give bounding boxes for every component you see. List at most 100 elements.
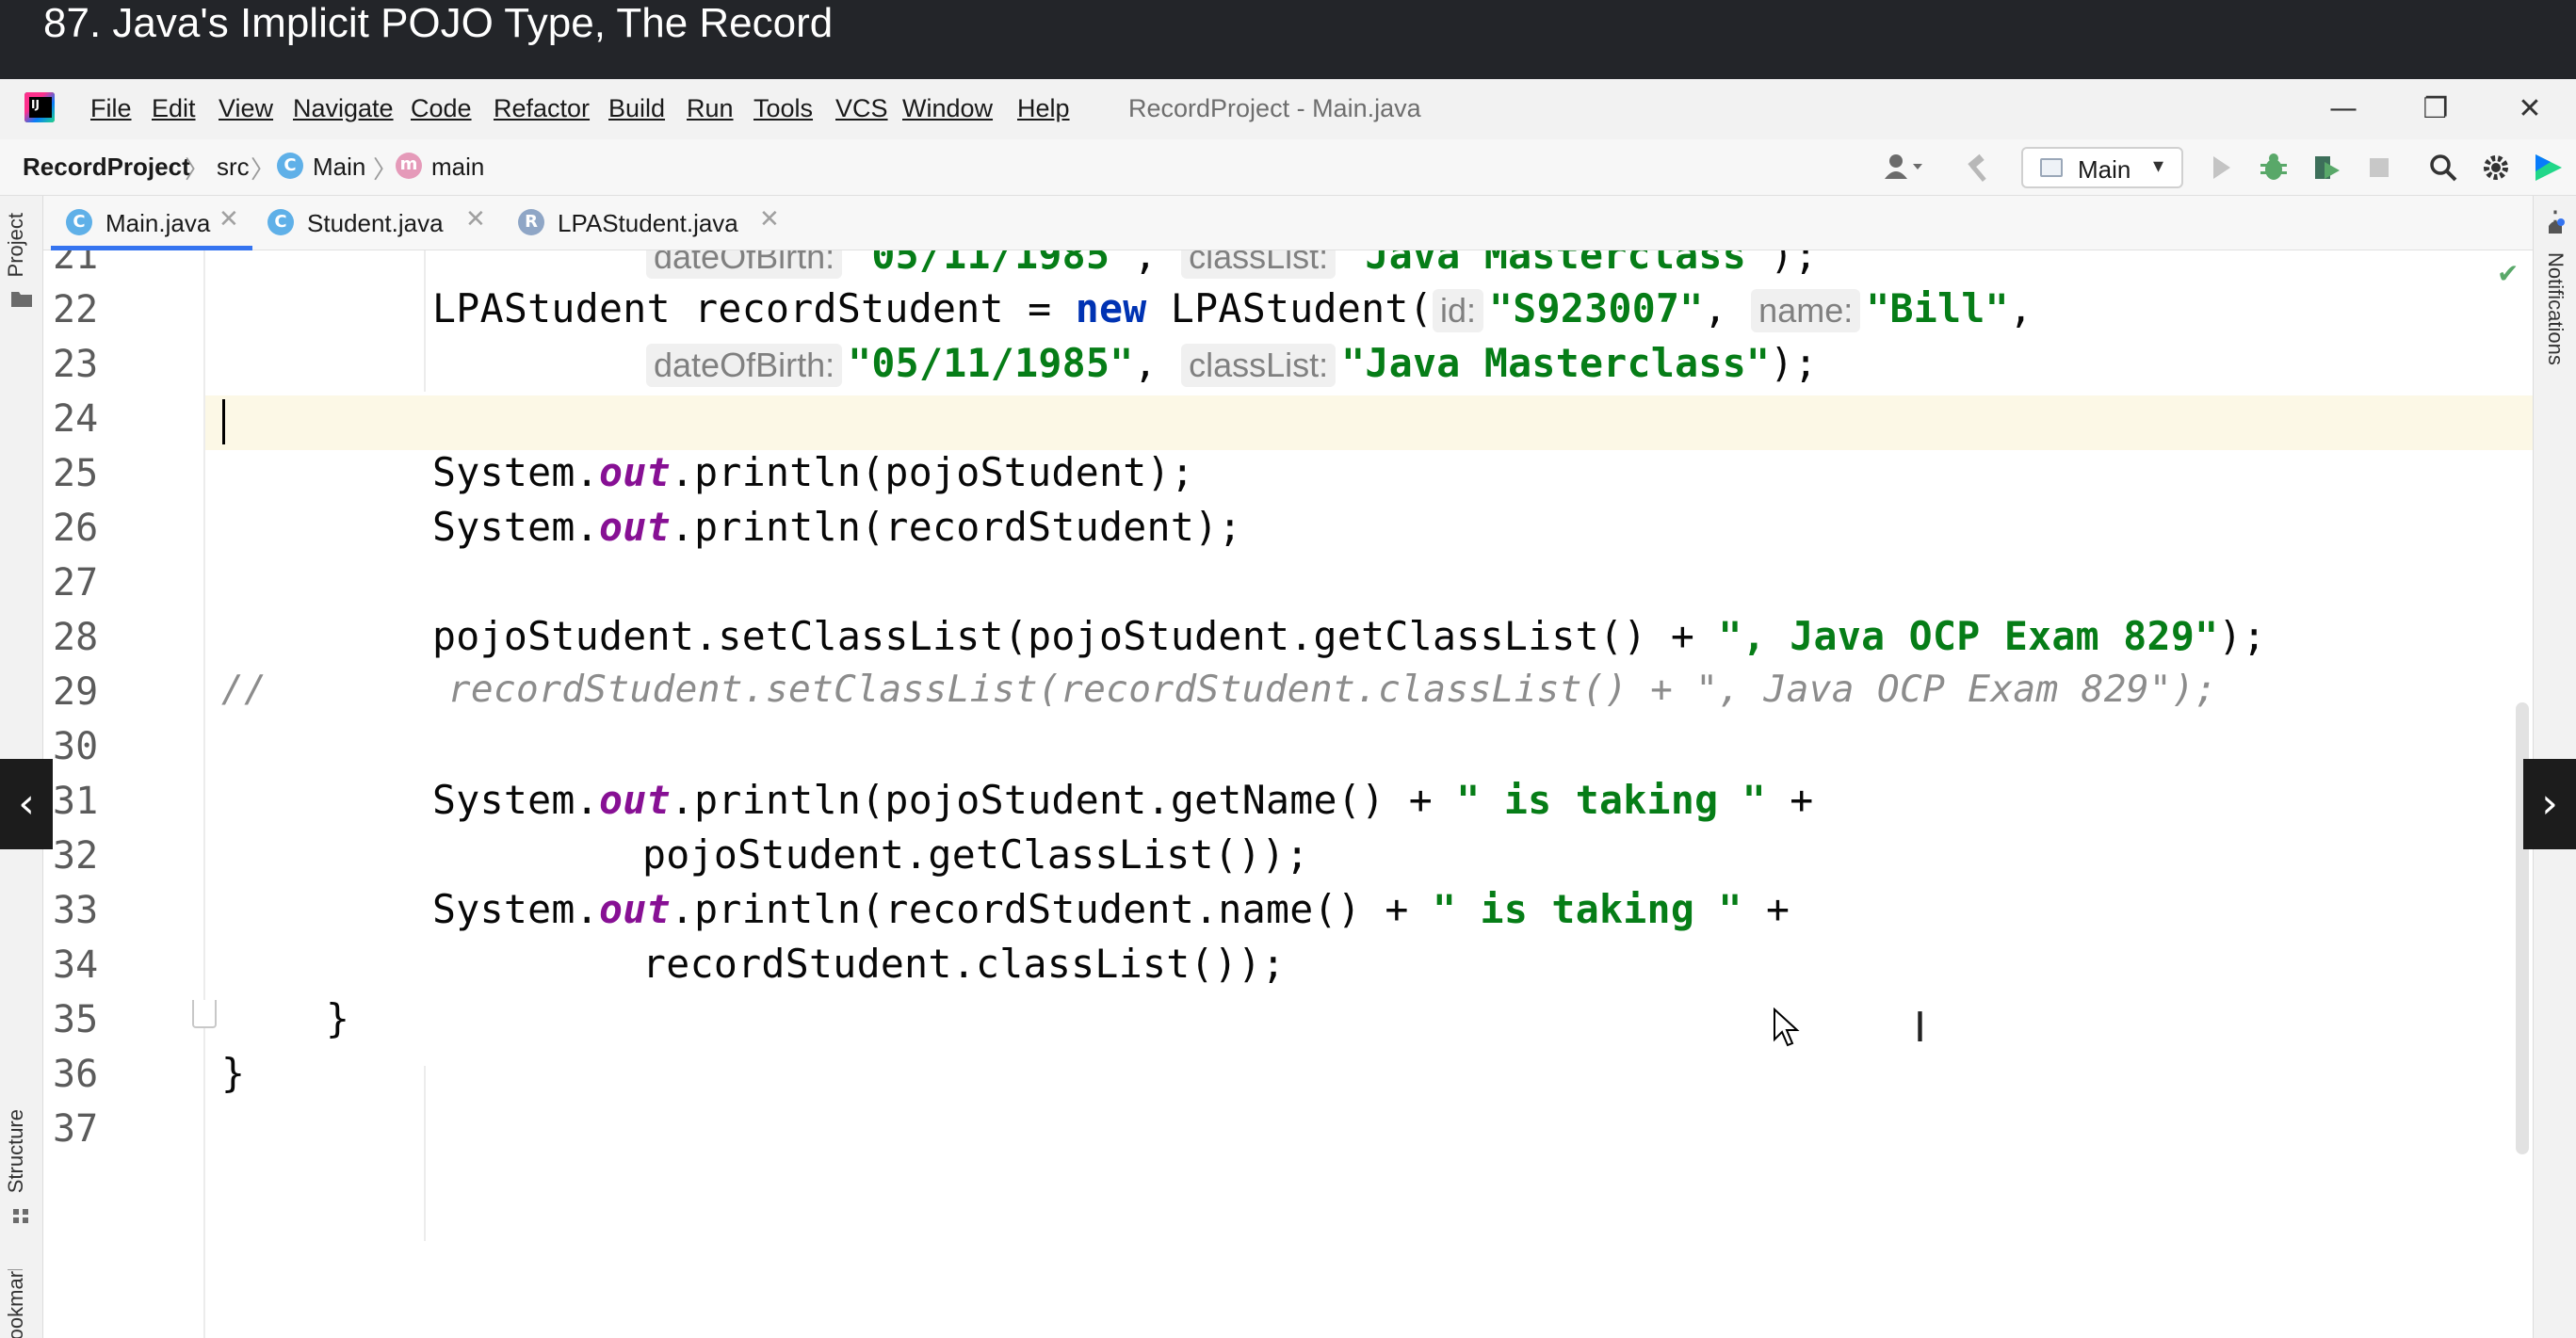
menu-help[interactable]: Help (1017, 94, 1070, 123)
run-config-label: Main (2078, 155, 2131, 184)
static-field: out (599, 449, 671, 495)
menu-edit[interactable]: Edit (152, 94, 196, 123)
code-token: LPAStudent( (1146, 285, 1433, 331)
line-number: 37 (53, 1107, 99, 1151)
menu-refactor[interactable]: Refactor (494, 94, 590, 123)
code-token: + (1742, 886, 1790, 932)
bookmarks-tool-window-button[interactable]: Bookmarks (4, 1269, 28, 1338)
code-line-35: } (326, 995, 350, 1041)
text-cursor-icon: I (1914, 1004, 1926, 1052)
code-editor[interactable]: 21 22 23 24 25 26 27 28 29 30 31 32 33 3… (43, 250, 2533, 1338)
close-button[interactable]: ✕ (2509, 89, 2551, 130)
notifications-tool-window-button[interactable]: Notifications (2543, 252, 2568, 365)
structure-tool-window-button[interactable]: Structure (4, 1109, 28, 1193)
menu-bar: File Edit View Navigate Code Refactor Bu… (0, 79, 2576, 139)
menu-run[interactable]: Run (687, 94, 734, 123)
code-line-34: recordStudent.classList()); (642, 941, 1286, 987)
line-number: 26 (53, 507, 99, 550)
code-token: .println(recordStudent); (670, 504, 1242, 550)
search-icon[interactable] (2426, 151, 2460, 185)
hammer-icon[interactable] (1963, 151, 1997, 185)
prev-arrow-icon[interactable]: ‹ (0, 759, 53, 849)
more-icon[interactable]: ⋮ (2541, 205, 2569, 238)
breadcrumb-project[interactable]: RecordProject (23, 153, 190, 182)
coverage-icon[interactable] (2309, 151, 2343, 185)
breadcrumb-class[interactable]: Main (313, 153, 365, 182)
line-number: 25 (53, 452, 99, 495)
static-field: out (599, 504, 671, 550)
menu-run-label: Run (687, 94, 734, 122)
string-literal: "S923007" (1489, 285, 1704, 331)
menu-file[interactable]: File (90, 94, 132, 123)
minimize-button[interactable]: — (2323, 89, 2364, 130)
run-configuration-select[interactable]: Main ▾ (2021, 147, 2183, 188)
restore-button[interactable]: ❐ (2415, 89, 2456, 130)
debug-icon[interactable] (2257, 151, 2291, 185)
menu-build-label: Build (608, 94, 666, 122)
code-token: ); (2218, 613, 2266, 659)
breadcrumb-method[interactable]: main (431, 153, 484, 182)
code-line-29: // recordStudent.setClassList(recordStud… (221, 668, 2218, 711)
line-number: 29 (53, 670, 99, 714)
code-token: , (1703, 285, 1752, 331)
close-icon[interactable]: ✕ (219, 205, 239, 234)
tab-label: Student.java (307, 209, 444, 237)
breadcrumb-folder[interactable]: src (217, 153, 250, 182)
line-number: 33 (53, 889, 99, 932)
string-literal: "Bill" (1866, 285, 2009, 331)
project-tool-window-button[interactable]: Project (4, 213, 28, 277)
run-icon[interactable] (2204, 151, 2238, 185)
param-hint: name: (1751, 289, 1861, 332)
stop-icon[interactable] (2362, 151, 2396, 185)
method-icon: m (396, 153, 422, 179)
navigation-bar: RecordProject 〉 src 〉 C Main 〉 m main Ma… (0, 139, 2576, 196)
line-number: 28 (53, 616, 99, 659)
structure-icon (13, 1209, 28, 1223)
menu-view[interactable]: View (219, 94, 273, 123)
gear-icon[interactable] (2479, 151, 2513, 185)
string-literal: "05/11/1985" (848, 340, 1134, 386)
menu-window[interactable]: Window (902, 94, 993, 123)
mouse-pointer-icon (1774, 1008, 1800, 1047)
string-literal: ", Java OCP Exam 829" (1718, 613, 2219, 659)
menu-refactor-label: Refactor (494, 94, 591, 122)
string-literal: "Java Masterclass" (1341, 340, 1771, 386)
vcs-user-icon[interactable] (1880, 151, 1933, 185)
jetbrains-icon[interactable] (2532, 151, 2566, 185)
breadcrumb-separator: 〉 (373, 156, 398, 185)
menu-vcs[interactable]: VCS (835, 94, 888, 123)
line-number: 27 (53, 561, 99, 605)
check-icon: ✔ (2497, 258, 2519, 289)
line-number: 22 (53, 288, 99, 331)
indent-guide (424, 1066, 426, 1241)
code-line-28: pojoStudent.setClassList(pojoStudent.get… (432, 613, 2266, 659)
code-line-32: pojoStudent.getClassList()); (642, 831, 1309, 878)
menu-code[interactable]: Code (411, 94, 472, 123)
tab-lpastudent-java[interactable]: R LPAStudent.java ✕ (503, 196, 786, 250)
param-hint: classList: (1181, 250, 1337, 279)
record-icon: R (518, 209, 544, 235)
fold-icon[interactable] (192, 1000, 217, 1028)
line-number: 24 (53, 397, 99, 441)
close-icon[interactable]: ✕ (759, 205, 780, 234)
code-token: pojoStudent.setClassList(pojoStudent.get… (432, 613, 1719, 659)
menu-tools[interactable]: Tools (753, 94, 813, 123)
intellij-logo-icon[interactable] (24, 92, 55, 122)
code-line-23: dateOfBirth: "05/11/1985", classList: "Jav… (646, 340, 1818, 387)
next-arrow-icon[interactable]: › (2523, 759, 2576, 849)
tab-main-java[interactable]: C Main.java ✕ (51, 196, 252, 250)
breadcrumb-separator: 〉 (185, 156, 210, 185)
code-line-26: System.out.println(recordStudent); (432, 504, 1242, 550)
menu-build[interactable]: Build (608, 94, 665, 123)
close-icon[interactable]: ✕ (465, 205, 486, 234)
code-token: .println(recordStudent.name() + (670, 886, 1433, 932)
chevron-down-icon: ▾ (2153, 154, 2164, 178)
tab-student-java[interactable]: C Student.java ✕ (252, 196, 503, 250)
param-hint: id: (1432, 289, 1484, 332)
code-line-36: } (221, 1050, 246, 1096)
menu-edit-label: Edit (152, 94, 196, 122)
breadcrumb-separator: 〉 (251, 156, 276, 185)
menu-code-label: Code (411, 94, 472, 122)
static-field: out (599, 777, 671, 823)
menu-navigate[interactable]: Navigate (293, 94, 394, 123)
